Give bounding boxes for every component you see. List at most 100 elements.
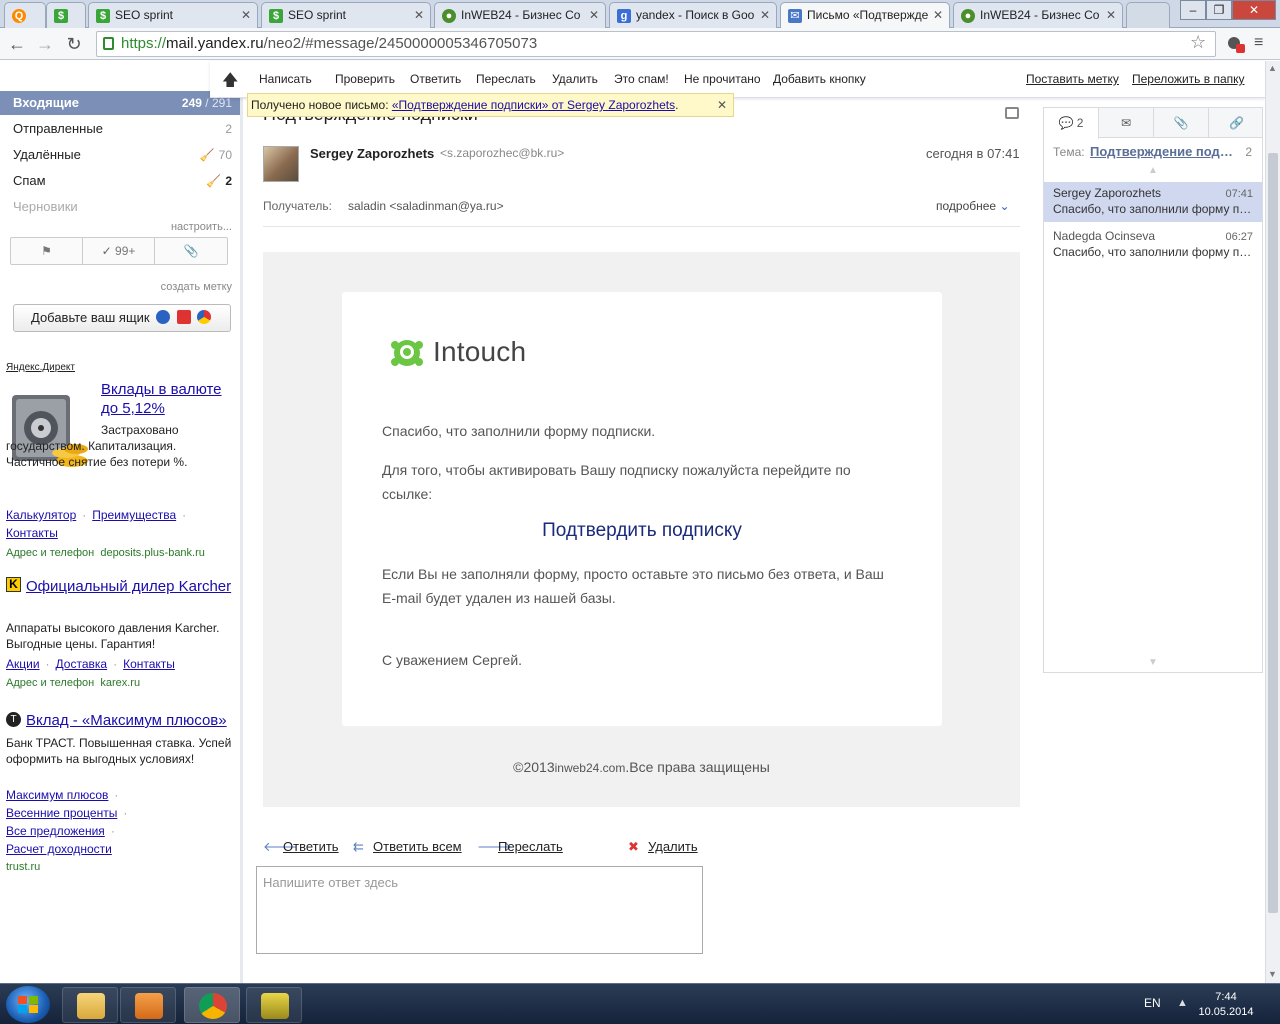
spam-button[interactable]: Это спам! [614, 72, 669, 86]
forward-link[interactable]: Переслать [498, 839, 563, 854]
ad-title-trust[interactable]: Вклад - «Максимум плюсов» [26, 711, 241, 730]
ad-domain-karcher[interactable]: Адрес и телефон karex.ru [6, 677, 140, 689]
add-mailbox-button[interactable]: Добавьте ваш ящик [13, 304, 231, 332]
bookmark-star-icon[interactable]: ☆ [1190, 32, 1206, 53]
more-details-link[interactable]: подробнее ⌄ [936, 199, 1010, 213]
ad-link[interactable]: Все предложения [6, 824, 105, 838]
browser-tab-inweb-2[interactable]: ● InWEB24 - Бизнес Со ✕ [953, 2, 1123, 28]
scroll-up-icon[interactable]: ▲ [1268, 63, 1277, 73]
browser-tab-inweb-1[interactable]: ● InWEB24 - Бизнес Со ✕ [434, 2, 606, 28]
tab-close-icon[interactable]: ✕ [933, 8, 943, 22]
tab-sender-letters[interactable]: ✉ [1099, 108, 1154, 138]
url-input[interactable]: https://mail.yandex.ru/neo2/#message/245… [96, 31, 1216, 57]
recipient[interactable]: saladin <saladinman@ya.ru> [348, 199, 504, 213]
delete-button[interactable]: Удалить [552, 72, 598, 86]
thread-item[interactable]: Nadegda Ocinseva 06:27 Спасибо, что запо… [1044, 225, 1262, 265]
reply-link[interactable]: Ответить [283, 839, 339, 854]
ad-link[interactable]: Расчет доходности [6, 842, 112, 856]
add-button-button[interactable]: Добавить кнопку [773, 72, 866, 86]
browser-tab-mail[interactable]: ✉ Письмо «Подтвержде ✕ [780, 2, 950, 29]
tab-close-icon[interactable]: ✕ [414, 8, 424, 22]
move-to-folder-button[interactable]: Переложить в папку [1132, 72, 1245, 86]
unread-filter-button[interactable]: ✓ 99+ [83, 238, 155, 264]
maximize-button[interactable]: ❐ [1206, 0, 1232, 20]
back-icon[interactable]: ← [6, 33, 28, 55]
configure-link[interactable]: настроить... [171, 221, 232, 233]
reply-all-link[interactable]: Ответить всем [373, 839, 462, 854]
browser-tab-seo-3[interactable]: $ SEO sprint ✕ [261, 2, 431, 28]
tab-links[interactable]: 🔗 [1209, 108, 1264, 138]
quick-reply-input[interactable]: Напишите ответ здесь [256, 866, 703, 954]
scrollbar-thumb[interactable] [1268, 153, 1278, 913]
ad-link[interactable]: Весенние проценты [6, 806, 117, 820]
flag-filter-button[interactable]: ⚑ [11, 238, 83, 264]
extension-icon[interactable] [1226, 34, 1246, 54]
yandex-direct-label[interactable]: Яндекс.Директ [6, 362, 75, 373]
thread-topic[interactable]: Подтверждение подписки [1090, 144, 1240, 159]
thread-item[interactable]: Sergey Zaporozhets 07:41 Спасибо, что за… [1044, 182, 1262, 222]
start-button[interactable] [6, 986, 50, 1023]
ad-link[interactable]: Контакты [123, 657, 175, 671]
reply-button[interactable]: Ответить [410, 72, 461, 86]
attachment-filter-button[interactable]: 📎 [155, 238, 227, 264]
ad-link[interactable]: Преимущества [92, 508, 176, 522]
print-icon[interactable] [1005, 107, 1019, 119]
taskbar-explorer[interactable] [62, 987, 118, 1023]
reload-icon[interactable]: ↻ [63, 33, 85, 55]
browser-tab-seo-2[interactable]: $ SEO sprint ✕ [88, 2, 258, 28]
confirm-subscription-link[interactable]: Подтвердить подписку [342, 520, 942, 542]
tab-attachments[interactable]: 📎 [1154, 108, 1209, 138]
forward-button[interactable]: Переслать [476, 72, 536, 86]
browser-tab-yandex[interactable]: Q [4, 2, 46, 28]
taskbar-chrome[interactable] [184, 987, 240, 1023]
tab-close-icon[interactable]: ✕ [589, 8, 599, 22]
forward-icon[interactable]: → [34, 33, 56, 55]
folder-inbox[interactable]: Входящие 249 / 291 [0, 91, 240, 115]
new-tab-button[interactable] [1126, 2, 1170, 28]
close-window-button[interactable]: ✕ [1232, 0, 1276, 20]
tab-thread[interactable]: 💬 2 [1044, 108, 1099, 139]
tray-flag-icon[interactable]: ▲ [1177, 997, 1188, 1009]
ad-link[interactable]: Доставка [56, 657, 108, 671]
language-indicator[interactable]: EN [1144, 996, 1161, 1010]
ad-domain-trust[interactable]: trust.ru [6, 861, 40, 873]
minimize-button[interactable]: – [1180, 0, 1206, 20]
set-label-button[interactable]: Поставить метку [1026, 72, 1119, 86]
tab-close-icon[interactable]: ✕ [760, 8, 770, 22]
tab-close-icon[interactable]: ✕ [241, 8, 251, 22]
scroll-down-arrow-icon[interactable]: ▼ [1148, 657, 1158, 668]
ad-link[interactable]: Контакты [6, 526, 58, 540]
ad-title-karcher[interactable]: Официальный дилер Karcher [6, 577, 238, 596]
check-button[interactable]: Проверить [335, 72, 395, 86]
sender-name[interactable]: Sergey Zaporozhets [310, 146, 434, 161]
close-notification-icon[interactable]: ✕ [717, 94, 727, 116]
create-label-link[interactable]: создать метку [161, 281, 232, 293]
scroll-up-arrow-icon[interactable]: ▲ [1148, 165, 1158, 176]
folder-spam[interactable]: Спам 🧹 2 [0, 169, 240, 193]
footer-domain[interactable]: inweb24.com [555, 761, 626, 775]
notification-link[interactable]: «Подтверждение подписки» от Sergey Zapor… [392, 98, 675, 112]
sender-email[interactable]: <s.zaporozhec@bk.ru> [440, 146, 564, 160]
taskbar-media-player[interactable] [120, 987, 176, 1023]
browser-tab-seo-1[interactable]: $ [46, 2, 86, 28]
page-scrollbar[interactable]: ▲ ▼ [1265, 61, 1280, 983]
browser-tab-google[interactable]: g yandex - Поиск в Goo ✕ [609, 2, 777, 28]
scroll-down-icon[interactable]: ▼ [1268, 969, 1277, 979]
folder-deleted[interactable]: Удалённые 🧹 70 [0, 143, 240, 167]
ad-link[interactable]: Акции [6, 657, 40, 671]
folder-sent[interactable]: Отправленные 2 [0, 117, 240, 141]
scroll-up-icon[interactable]: 🡅 [222, 69, 238, 96]
taskbar-world-of-tanks[interactable] [246, 987, 302, 1023]
compose-button[interactable]: Написать [259, 72, 312, 86]
broom-icon[interactable]: 🧹 [200, 148, 215, 162]
ad-title-deposits[interactable]: Вклады в валюте до 5,12% [101, 380, 236, 418]
folder-drafts[interactable]: Черновики [0, 195, 240, 219]
tab-close-icon[interactable]: ✕ [1106, 8, 1116, 22]
broom-icon[interactable]: 🧹 [206, 174, 221, 188]
ad-link[interactable]: Калькулятор [6, 508, 76, 522]
menu-icon[interactable]: ≡ [1254, 34, 1263, 52]
ad-link[interactable]: Максимум плюсов [6, 788, 108, 802]
unread-button[interactable]: Не прочитано [684, 72, 761, 86]
delete-link[interactable]: Удалить [648, 839, 698, 854]
ad-domain-deposits[interactable]: Адрес и телефон deposits.plus-bank.ru [6, 547, 205, 559]
